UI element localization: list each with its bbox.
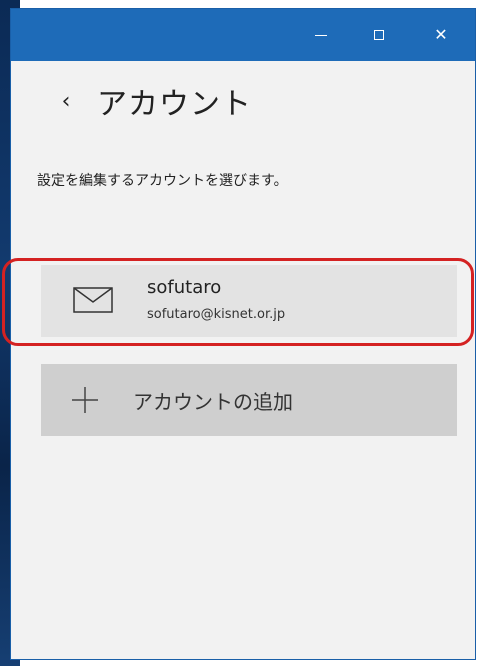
back-arrow-icon: ‹ [61, 88, 71, 114]
maximize-button[interactable] [355, 9, 403, 61]
title-bar[interactable]: ✕ [11, 9, 475, 61]
minimize-button[interactable] [297, 9, 345, 61]
account-email: sofutaro@kisnet.or.jp [147, 307, 286, 322]
mail-icon [73, 287, 113, 313]
page-title: アカウント [97, 87, 252, 122]
instruction-text: 設定を編集するアカウントを選びます。 [37, 173, 288, 189]
close-icon: ✕ [434, 25, 448, 44]
minimize-icon [315, 34, 327, 36]
plus-icon [72, 387, 98, 413]
add-account-label: アカウントの追加 [133, 390, 293, 414]
back-button[interactable]: ‹ [51, 81, 81, 121]
mail-settings-window: ✕ ‹ アカウント 設定を編集するアカウントを選びます。 sofutaro so… [10, 8, 476, 660]
maximize-icon [374, 30, 384, 40]
add-account-button[interactable]: アカウントの追加 [41, 364, 457, 436]
desktop-right-edge [476, 0, 486, 666]
account-item[interactable]: sofutaro sofutaro@kisnet.or.jp [41, 265, 457, 337]
account-name: sofutaro [147, 277, 222, 298]
close-button[interactable]: ✕ [417, 9, 465, 61]
